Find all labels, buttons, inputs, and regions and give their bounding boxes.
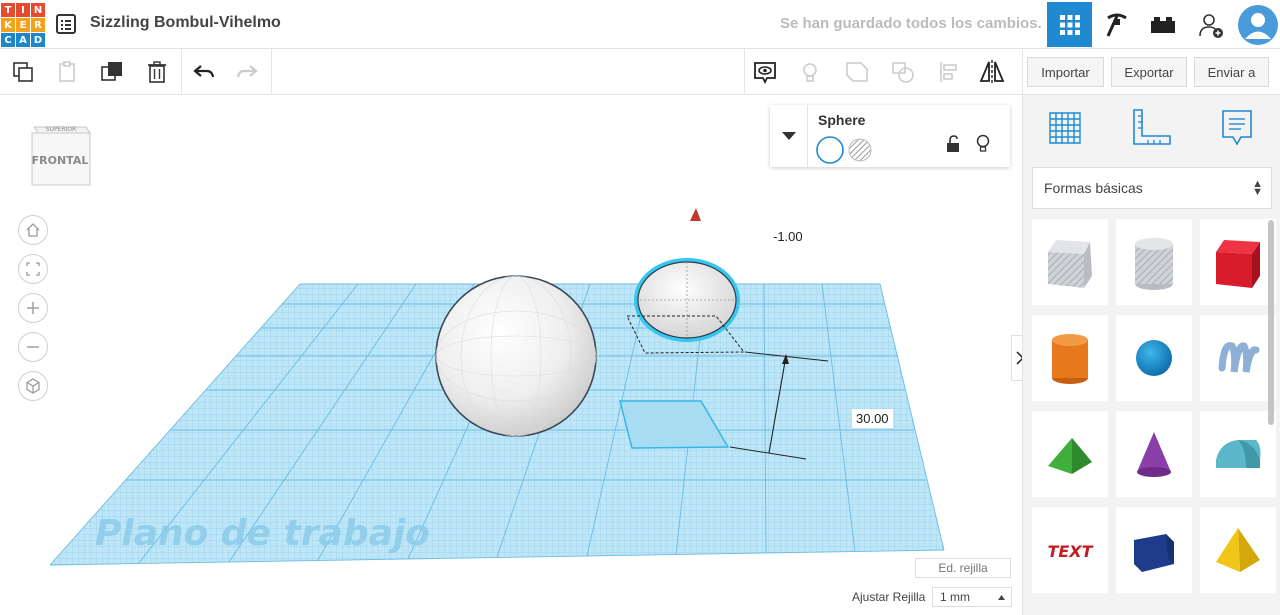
polygon-icon[interactable] [1116, 507, 1192, 593]
workplane-scene[interactable]: Plano de trabajo [0, 95, 1022, 615]
group-icon[interactable] [842, 57, 872, 87]
viewcube-top-label: SUPERIOR [46, 126, 76, 133]
codeblocks-pickaxe-icon[interactable] [1094, 2, 1139, 47]
elevation-value[interactable]: -1.00 [769, 227, 807, 246]
send-to-button[interactable]: Enviar a [1194, 57, 1269, 87]
shape-category-value: Formas básicas [1044, 180, 1143, 196]
lift-arrow-icon[interactable] [690, 208, 701, 221]
design-list-icon[interactable] [55, 13, 77, 35]
logo-letter: I [16, 3, 30, 17]
logo-letter: E [16, 18, 30, 32]
panel-tabs [1023, 95, 1280, 161]
ungroup-icon[interactable] [888, 57, 918, 87]
perspective-cube-icon[interactable] [18, 371, 48, 401]
shape-inspector: Sphere [770, 105, 1010, 167]
mirror-icon[interactable] [977, 57, 1007, 87]
panel-scrollbar[interactable] [1268, 220, 1274, 425]
pyramid-icon[interactable] [1200, 507, 1276, 593]
redo-icon[interactable] [232, 57, 262, 87]
save-status: Se han guardado todos los cambios. [780, 15, 1042, 32]
notes-tab-icon[interactable] [1213, 105, 1261, 151]
align-icon[interactable] [934, 57, 964, 87]
shape-name[interactable]: Sphere [818, 112, 865, 128]
logo-letter: A [16, 33, 30, 47]
project-title[interactable]: Sizzling Bombul-Vihelmo [90, 14, 281, 32]
view-cube[interactable]: SUPERIOR FRONTAL [28, 121, 92, 196]
logo-letter: C [1, 33, 15, 47]
workplane-tab-icon[interactable] [1041, 105, 1089, 151]
ruler-tab-icon[interactable] [1127, 105, 1175, 151]
logo-letter: K [1, 18, 15, 32]
3d-design-view-icon[interactable] [1047, 2, 1092, 47]
light-icon[interactable] [975, 134, 991, 159]
solid-option-icon[interactable] [815, 135, 845, 170]
home-view-icon[interactable] [18, 215, 48, 245]
text-shape-label: TEXT [1047, 542, 1093, 561]
zoom-out-icon[interactable] [18, 332, 48, 362]
snap-grid-value: 1 mm [940, 590, 970, 604]
shape-category-select[interactable]: Formas básicas ▲ ▼ [1032, 167, 1272, 209]
paste-icon[interactable] [52, 57, 82, 87]
import-button[interactable]: Importar [1027, 57, 1104, 87]
lightbulb-icon[interactable] [795, 57, 825, 87]
box-icon[interactable] [1200, 219, 1276, 305]
unlock-icon[interactable] [945, 135, 961, 158]
export-button[interactable]: Exportar [1111, 57, 1187, 87]
shapes-panel: Formas básicas ▲ ▼ TEXT [1022, 95, 1280, 615]
collapse-inspector-icon[interactable] [770, 105, 808, 167]
box-hole-icon[interactable] [1032, 219, 1108, 305]
copy-icon[interactable] [8, 57, 38, 87]
zoom-in-icon[interactable] [18, 293, 48, 323]
round-roof-icon[interactable] [1200, 411, 1276, 497]
viewcube-front-label: FRONTAL [32, 154, 89, 167]
snap-grid-label: Ajustar Rejilla [852, 590, 926, 604]
undo-icon[interactable] [189, 57, 219, 87]
sphere-object[interactable] [435, 275, 597, 437]
top-bar: T I N K E R C A D Sizzling Bombul-Vihelm… [0, 0, 1280, 49]
3d-workspace[interactable]: Plano de trabajo SUPERIOR FRONTAL Sphere [0, 95, 1022, 615]
logo-letter: D [31, 33, 45, 47]
scribble-icon[interactable] [1200, 315, 1276, 401]
duplicate-icon[interactable] [97, 57, 127, 87]
sort-arrows-icon: ▲ ▼ [1252, 178, 1263, 198]
workplane-watermark: Plano de trabajo [95, 513, 430, 554]
roof-icon[interactable] [1032, 411, 1108, 497]
caret-up-icon [998, 595, 1005, 600]
edit-grid-button[interactable]: Ed. rejilla [915, 558, 1011, 578]
trash-icon[interactable] [142, 57, 172, 87]
snap-grid-select[interactable]: 1 mm [932, 587, 1012, 607]
notes-eye-icon[interactable] [750, 57, 780, 87]
height-value[interactable]: 30.00 [852, 409, 893, 428]
tinkercad-logo[interactable]: T I N K E R C A D [0, 2, 45, 47]
fit-view-icon[interactable] [18, 254, 48, 284]
cylinder-icon[interactable] [1032, 315, 1108, 401]
logo-letter: R [31, 18, 45, 32]
logo-letter: N [31, 3, 45, 17]
bricks-icon[interactable] [1140, 2, 1185, 47]
sphere-icon[interactable] [1116, 315, 1192, 401]
hole-option-icon[interactable] [848, 138, 872, 167]
cone-icon[interactable] [1116, 411, 1192, 497]
add-user-icon[interactable] [1188, 2, 1233, 47]
cylinder-hole-icon[interactable] [1116, 219, 1192, 305]
text-icon[interactable]: TEXT [1032, 507, 1108, 593]
logo-letter: T [1, 3, 15, 17]
user-avatar-icon[interactable] [1235, 2, 1280, 47]
